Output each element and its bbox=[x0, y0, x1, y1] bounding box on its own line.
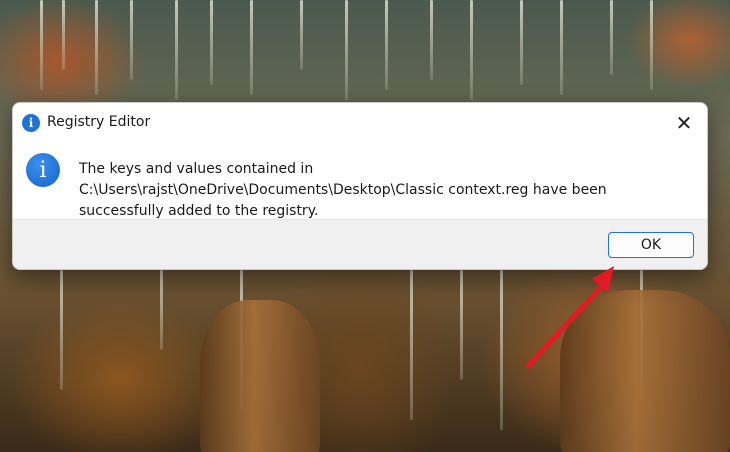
red-arrow-icon bbox=[525, 266, 614, 369]
